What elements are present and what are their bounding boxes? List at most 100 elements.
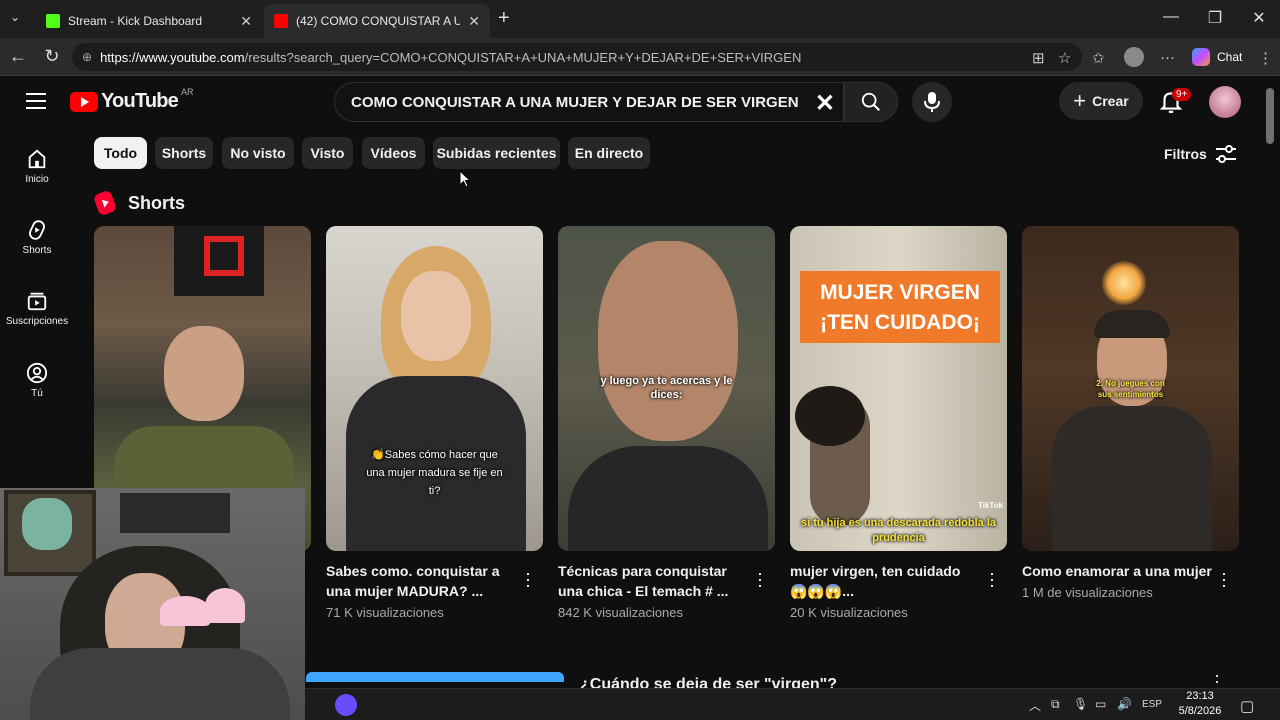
short-thumbnail[interactable]: 👏Sabes cómo hacer que una mujer madura s…: [326, 226, 543, 551]
webcam-overlay: [0, 488, 305, 720]
create-label: Crear: [1092, 93, 1129, 109]
sidebar-item-label: Shorts: [22, 245, 52, 256]
shorts-icon: [29, 220, 45, 240]
short-views: 20 K visualizaciones: [790, 605, 908, 620]
tray-volume-icon[interactable]: 🔊: [1117, 697, 1132, 711]
more-options-icon[interactable]: ···: [1160, 49, 1175, 66]
address-bar[interactable]: ⊕ https://www.youtube.com /results?searc…: [72, 43, 1082, 71]
chip-todo[interactable]: Todo: [94, 137, 147, 169]
site-info-icon[interactable]: ⊕: [82, 50, 92, 64]
tab-list-dropdown-icon[interactable]: ⌄: [10, 10, 20, 24]
sidebar-item-tu[interactable]: Tú: [0, 362, 74, 399]
subscriptions-icon: [27, 292, 47, 311]
short-title[interactable]: Sabes como. conquistar a una mujer MADUR…: [326, 561, 516, 601]
chip-shorts[interactable]: Shorts: [155, 137, 213, 169]
tray-overflow-icon[interactable]: ︿: [1029, 697, 1041, 714]
search-input[interactable]: COMO CONQUISTAR A UNA MUJER Y DEJAR DE S…: [334, 82, 844, 122]
short-title[interactable]: Como enamorar a una mujer: [1022, 561, 1212, 581]
short-thumbnail[interactable]: 2. No juegues con sus sentimientos: [1022, 226, 1239, 551]
notification-center-icon[interactable]: ▢: [1240, 697, 1254, 715]
mouse-cursor-icon: [459, 170, 471, 188]
sidebar-more-icon[interactable]: ⋮: [1258, 49, 1273, 67]
short-title[interactable]: Técnicas para conquistar una chica - El …: [558, 561, 748, 601]
short-views: 1 M de visualizaciones: [1022, 585, 1153, 600]
tray-device-icon[interactable]: ⧉: [1051, 697, 1060, 712]
next-video-title[interactable]: ¿Cuándo se deja de ser "virgen"?: [580, 676, 837, 688]
short-card[interactable]: 👏Sabes cómo hacer que una mujer madura s…: [326, 226, 543, 620]
kick-favicon-icon: [46, 14, 60, 28]
next-video-thumbnail[interactable]: [306, 672, 564, 682]
favorites-icon[interactable]: ✩: [1092, 49, 1105, 67]
minimize-icon[interactable]: —: [1156, 8, 1186, 26]
close-window-icon[interactable]: ✕: [1244, 8, 1274, 28]
microphone-icon: [924, 92, 940, 112]
chip-no-visto[interactable]: No visto: [222, 137, 294, 169]
home-icon: [28, 149, 46, 169]
sidebar-item-suscripciones[interactable]: Suscripciones: [0, 290, 74, 327]
youtube-favicon-icon: [274, 14, 288, 28]
shorts-section-heading: Shorts: [92, 189, 185, 217]
search-button[interactable]: [844, 82, 898, 122]
apps-icon[interactable]: ⊞: [1032, 49, 1045, 67]
tray-network-icon[interactable]: ▭: [1095, 697, 1106, 711]
chip-visto[interactable]: Visto: [302, 137, 353, 169]
scrollbar-thumb[interactable]: [1266, 88, 1274, 144]
chip-en-directo[interactable]: En directo: [568, 137, 650, 169]
youtube-logo[interactable]: YouTube AR: [70, 87, 194, 113]
short-thumbnail[interactable]: y luego ya te acercas y le dices:: [558, 226, 775, 551]
thumbnail-overlay-text: 2. No juegues con sus sentimientos: [1096, 379, 1165, 399]
more-actions-icon[interactable]: · · ·: [985, 564, 999, 594]
short-views: 842 K visualizaciones: [558, 605, 684, 620]
favorite-star-icon[interactable]: ☆: [1058, 49, 1071, 67]
logo-text: YouTube: [101, 90, 179, 112]
youtube-play-icon: [70, 91, 98, 112]
taskbar-clock[interactable]: 23:13 5/8/2026: [1172, 689, 1228, 719]
tray-language[interactable]: ESP: [1142, 699, 1162, 710]
clock-date: 5/8/2026: [1178, 705, 1222, 717]
create-button[interactable]: + Crear: [1059, 82, 1143, 120]
tab-kick-dashboard[interactable]: Stream - Kick Dashboard ✕: [36, 4, 262, 38]
account-avatar[interactable]: [1209, 86, 1241, 118]
copilot-chat-button[interactable]: Chat: [1192, 48, 1242, 66]
short-title[interactable]: mujer virgen, ten cuidado 😱😱😱...: [790, 561, 980, 601]
taskbar-app-icon[interactable]: [335, 694, 357, 716]
more-actions-icon[interactable]: · ·: [1214, 666, 1220, 688]
url-path: /results?search_query=COMO+CONQUISTAR+A+…: [244, 49, 802, 65]
browser-tab-bar: ⌄ Stream - Kick Dashboard ✕ (42) COMO CO…: [0, 0, 1280, 38]
more-actions-icon[interactable]: · · ·: [753, 564, 767, 594]
search-query: COMO CONQUISTAR A UNA MUJER Y DEJAR DE S…: [351, 93, 799, 111]
chip-subidas-recientes[interactable]: Subidas recientes: [433, 137, 560, 169]
tray-mic-icon[interactable]: 🎙: [1073, 697, 1088, 711]
sidebar-item-shorts[interactable]: Shorts: [0, 219, 74, 256]
restore-icon[interactable]: ❐: [1200, 8, 1230, 28]
short-card[interactable]: 2. No juegues con sus sentimientos Como …: [1022, 226, 1239, 600]
close-tab-icon[interactable]: ✕: [240, 13, 252, 30]
more-actions-icon[interactable]: · · ·: [1217, 564, 1231, 594]
menu-icon[interactable]: [26, 93, 46, 114]
refresh-icon[interactable]: ↻: [40, 46, 64, 67]
short-thumbnail[interactable]: MUJER VIRGEN ¡TEN CUIDADO¡ si tu hija es…: [790, 226, 1007, 551]
close-tab-icon[interactable]: ✕: [468, 13, 480, 30]
short-views: 71 K visualizaciones: [326, 605, 444, 620]
filters-icon: [1215, 145, 1236, 163]
you-icon: [26, 362, 48, 384]
clock-time: 23:13: [1186, 690, 1214, 702]
short-card[interactable]: MUJER VIRGEN ¡TEN CUIDADO¡ si tu hija es…: [790, 226, 1007, 620]
heart-glasses: [160, 596, 210, 626]
plus-icon: +: [1073, 88, 1087, 113]
voice-search-button[interactable]: [912, 82, 952, 122]
new-tab-icon[interactable]: +: [498, 7, 510, 30]
thumbnail-overlay-text: 👏Sabes cómo hacer que una mujer madura s…: [366, 449, 503, 497]
tab-youtube[interactable]: (42) COMO CONQUISTAR A UNA M ✕: [264, 4, 490, 38]
back-icon[interactable]: ←: [6, 46, 30, 67]
chat-label: Chat: [1217, 50, 1243, 64]
chip-videos[interactable]: Vídeos: [362, 137, 425, 169]
filters-label: Filtros: [1164, 146, 1207, 162]
more-actions-icon[interactable]: · · ·: [521, 564, 535, 594]
sidebar-item-inicio[interactable]: Inicio: [0, 148, 74, 185]
filters-button[interactable]: Filtros: [1164, 144, 1237, 164]
notification-count-badge: 9+: [1172, 88, 1192, 101]
short-card[interactable]: y luego ya te acercas y le dices: Técnic…: [558, 226, 775, 620]
clear-search-icon[interactable]: ✕: [815, 89, 835, 118]
profile-icon[interactable]: [1124, 47, 1144, 67]
